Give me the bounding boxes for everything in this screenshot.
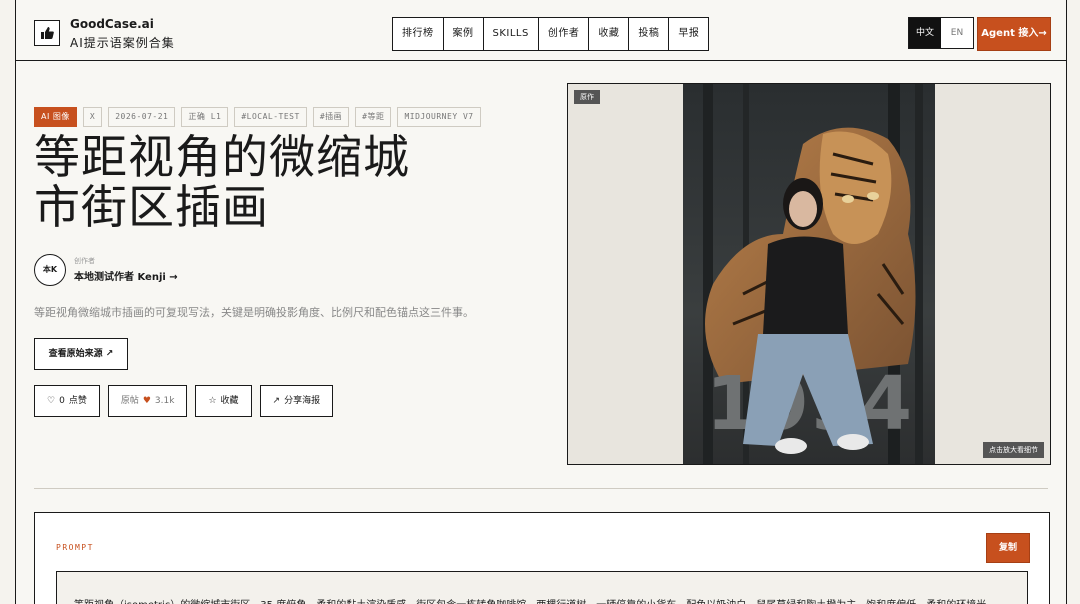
tag-category[interactable]: AI 图像: [34, 107, 77, 127]
brand-name[interactable]: GoodCase.ai: [70, 17, 154, 31]
case-image[interactable]: 1994: [683, 84, 935, 464]
nav-item-creators[interactable]: 创作者: [539, 18, 590, 50]
main-nav: 排行榜 案例 SKILLS 创作者 收藏 投稿 早报: [392, 17, 710, 51]
save-button[interactable]: ☆ 收藏: [195, 385, 252, 417]
origin-post-button[interactable]: 原帖 ♥ 3.1k: [107, 385, 188, 417]
lang-zh-button[interactable]: 中文: [909, 18, 941, 48]
author-role: 创作者: [74, 257, 95, 265]
prompt-box[interactable]: 等距视角（isometric）的微缩城市街区，35 度俯角，柔和的黏土渲染质感，…: [56, 571, 1028, 604]
prompt-text: 等距视角（isometric）的微缩城市街区，35 度俯角，柔和的黏土渲染质感，…: [74, 596, 1034, 604]
action-bar: ♡ 0 点赞 原帖 ♥ 3.1k ☆ 收藏 ↗ 分享海报: [34, 385, 334, 417]
heart-filled-icon: ♥: [142, 396, 151, 406]
tag-row: AI 图像 X 2026-07-21 正确 L1 #LOCAL-TEST #插画…: [34, 107, 481, 127]
page-frame: GoodCase.ai AI提示语案例合集 排行榜 案例 SKILLS 创作者 …: [15, 0, 1067, 604]
brand-subtitle: AI提示语案例合集: [70, 36, 175, 50]
share-arrow-icon: ↗: [272, 396, 281, 406]
share-poster-button[interactable]: ↗ 分享海报: [259, 385, 334, 417]
page-title: 等距视角的微缩城市街区插画: [34, 130, 410, 234]
tag-platform[interactable]: X: [82, 107, 103, 127]
nav-item-ranking[interactable]: 排行榜: [393, 18, 444, 50]
avatar[interactable]: 本K: [34, 254, 66, 286]
nav-item-favorites[interactable]: 收藏: [589, 18, 630, 50]
author-link[interactable]: 本地测试作者 Kenji →: [74, 268, 178, 283]
like-button[interactable]: ♡ 0 点赞: [34, 385, 100, 417]
heart-outline-icon: ♡: [47, 396, 56, 406]
save-label: 收藏: [220, 396, 239, 406]
nav-item-skills[interactable]: SKILLS: [484, 18, 539, 50]
origin-label: 原帖: [120, 396, 139, 406]
star-icon: ☆: [208, 396, 217, 406]
case-image-panel[interactable]: 1994 原作 点击放大看细节: [567, 83, 1051, 465]
language-switch: 中文 EN: [908, 17, 974, 49]
zoom-hint[interactable]: 点击放大看细节: [983, 442, 1044, 458]
origin-count: 3.1k: [154, 396, 175, 406]
share-label: 分享海报: [284, 396, 321, 406]
thumbs-up-icon[interactable]: [34, 20, 60, 46]
lang-en-button[interactable]: EN: [941, 18, 973, 48]
tag-level: 正确 L1: [181, 107, 229, 127]
agent-connect-button[interactable]: Agent 接入→: [977, 17, 1051, 51]
copy-button[interactable]: 复制: [986, 533, 1030, 563]
section-divider: [34, 488, 1048, 489]
view-source-button[interactable]: 查看原始来源 ↗: [34, 338, 128, 370]
nav-item-cases[interactable]: 案例: [444, 18, 484, 50]
tag-isometric[interactable]: #等距: [355, 107, 392, 127]
like-count: 0: [59, 396, 65, 406]
tag-date: 2026-07-21: [108, 107, 176, 127]
case-description: 等距视角微缩城市插画的可复现写法，关键是明确投影角度、比例尺和配色锚点这三件事。: [34, 306, 474, 319]
tag-local-test[interactable]: #LOCAL-TEST: [234, 107, 307, 127]
tag-model[interactable]: MIDJOURNEY V7: [397, 107, 481, 127]
tag-illustration[interactable]: #插画: [312, 107, 350, 127]
prompt-label: PROMPT: [56, 543, 94, 552]
original-badge: 原作: [574, 90, 600, 104]
nav-item-daily[interactable]: 早报: [669, 18, 708, 50]
like-label: 点赞: [68, 396, 87, 406]
top-header: GoodCase.ai AI提示语案例合集 排行榜 案例 SKILLS 创作者 …: [16, 0, 1066, 61]
nav-item-submit[interactable]: 投稿: [629, 18, 670, 50]
prompt-card: PROMPT 复制 等距视角（isometric）的微缩城市街区，35 度俯角，…: [34, 512, 1050, 604]
